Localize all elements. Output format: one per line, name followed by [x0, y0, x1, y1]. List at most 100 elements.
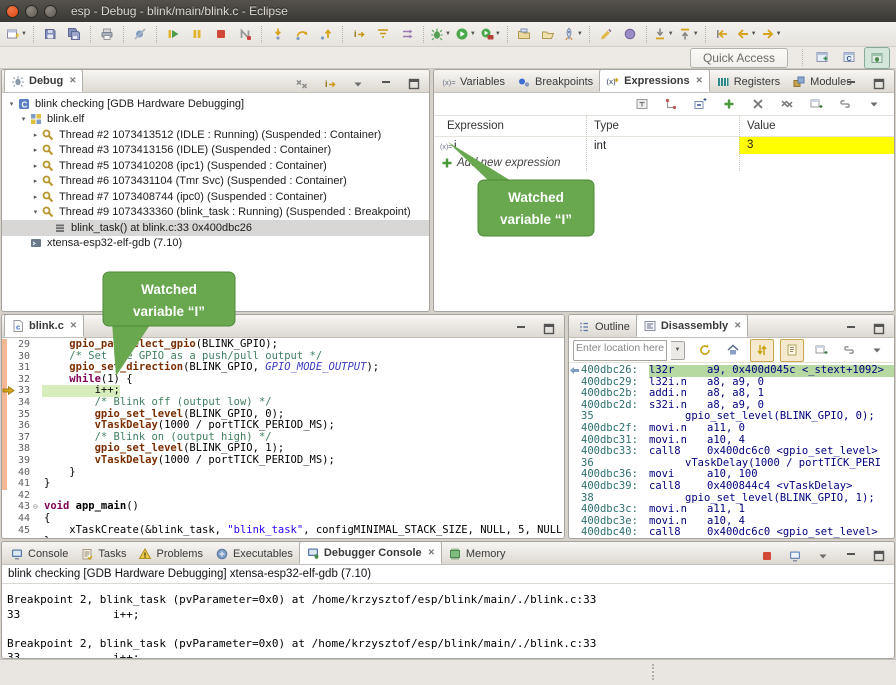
- remove-all-terminated-button[interactable]: [291, 73, 313, 94]
- expanded-arrow-icon[interactable]: ▾: [18, 115, 29, 123]
- tab-variables[interactable]: (x)=Variables: [436, 71, 511, 92]
- prev-annotation-button[interactable]: ▼: [677, 24, 700, 45]
- window-close-button[interactable]: [6, 5, 19, 18]
- refresh-button[interactable]: [694, 340, 716, 361]
- minimize-button[interactable]: [510, 318, 532, 339]
- tab-expressions[interactable]: (x)Expressions✕: [599, 69, 710, 92]
- debug-tree-item[interactable]: ▾Thread #9 1073433360 (blink_task : Runn…: [2, 205, 429, 221]
- debug-tree-item[interactable]: ▾blink.elf: [2, 112, 429, 128]
- step-into-button[interactable]: [267, 24, 289, 45]
- dropdown-arrow-icon[interactable]: ▼: [445, 31, 451, 37]
- collapsed-arrow-icon[interactable]: ▸: [30, 162, 41, 170]
- debug-button[interactable]: ▼: [429, 24, 452, 45]
- collapsed-arrow-icon[interactable]: ▸: [30, 131, 41, 139]
- close-icon[interactable]: ✕: [428, 547, 435, 558]
- maximize-button[interactable]: [868, 73, 890, 94]
- tab-problems[interactable]: Problems: [132, 543, 208, 564]
- expression-row[interactable]: (x)=iint3: [434, 137, 894, 154]
- debug-tree-item[interactable]: ▾Cblink checking [GDB Hardware Debugging…: [2, 96, 429, 112]
- code-line[interactable]: }: [2, 536, 564, 539]
- open-perspective-button[interactable]: [810, 47, 834, 67]
- tab-memory[interactable]: Memory: [442, 543, 512, 564]
- open-element-button[interactable]: [619, 24, 641, 45]
- code-editor[interactable]: 29 gpio_pad_select_gpio(BLINK_GPIO);30 /…: [2, 338, 564, 539]
- resume-button[interactable]: [162, 24, 184, 45]
- suspend-button[interactable]: [186, 24, 208, 45]
- close-icon[interactable]: ✕: [734, 320, 741, 331]
- save-all-button[interactable]: [63, 24, 85, 45]
- tab-outline[interactable]: Outline: [571, 316, 636, 337]
- debug-tree-item[interactable]: ▸Thread #2 1073413512 (IDLE : Running) (…: [2, 127, 429, 143]
- maximize-button[interactable]: [403, 73, 425, 94]
- close-icon[interactable]: ✕: [69, 75, 76, 86]
- step-return-button[interactable]: [315, 24, 337, 45]
- show-logical-structures-button[interactable]: [660, 94, 682, 115]
- last-edit-button[interactable]: [711, 24, 733, 45]
- tab-disassembly[interactable]: Disassembly✕: [636, 314, 748, 337]
- code-line[interactable]: 39 vTaskDelay(1000 / portTICK_PERIOD_MS)…: [2, 455, 564, 467]
- show-source-button[interactable]: [780, 339, 804, 362]
- remove-expression-button[interactable]: [747, 94, 769, 115]
- back-button[interactable]: ▼: [735, 24, 758, 45]
- debug-tree-item[interactable]: blink_task() at blink.c:33 0x400dbc26: [2, 220, 429, 236]
- code-line[interactable]: 41}: [2, 478, 564, 490]
- debug-tree-item[interactable]: xtensa-esp32-elf-gdb (7.10): [2, 236, 429, 252]
- external-tools-button[interactable]: ▼: [479, 24, 502, 45]
- new-wizard-button[interactable]: ▼: [5, 24, 28, 45]
- code-line[interactable]: 45 xTaskCreate(&blink_task, "blink_task"…: [2, 525, 564, 537]
- remove-all-expressions-button[interactable]: [776, 94, 798, 115]
- open-project-button[interactable]: [537, 24, 559, 45]
- code-line[interactable]: 43⊖void app_main(): [2, 501, 564, 513]
- location-input[interactable]: Enter location here: [573, 340, 667, 361]
- dropdown-arrow-icon[interactable]: ▼: [577, 31, 583, 37]
- debug-tree-item[interactable]: ▸Thread #6 1073431104 (Tmr Svc) (Suspend…: [2, 174, 429, 190]
- expanded-arrow-icon[interactable]: ▾: [6, 100, 17, 108]
- code-line[interactable]: 40 }: [2, 467, 564, 479]
- instruction-stepping-button[interactable]: i: [348, 24, 370, 45]
- minimize-button[interactable]: [840, 73, 862, 94]
- dropdown-arrow-icon[interactable]: ▼: [470, 31, 476, 37]
- debug-perspective-button[interactable]: [864, 47, 890, 69]
- collapsed-arrow-icon[interactable]: ▸: [30, 193, 41, 201]
- expanded-arrow-icon[interactable]: ▾: [30, 208, 41, 216]
- debug-tree-item[interactable]: ▸Thread #3 1073413156 (IDLE) (Suspended …: [2, 143, 429, 159]
- tab-debugger-console[interactable]: Debugger Console✕: [299, 541, 442, 564]
- column-value[interactable]: Value: [739, 120, 894, 132]
- debug-tree-item[interactable]: ▸Thread #5 1073410208 (ipc1) (Suspended …: [2, 158, 429, 174]
- tab-breakpoints[interactable]: Breakpoints: [511, 71, 599, 92]
- dropdown-arrow-icon[interactable]: ▼: [21, 31, 27, 37]
- window-maximize-button[interactable]: [44, 5, 57, 18]
- step-over-button[interactable]: [291, 24, 313, 45]
- new-project-button[interactable]: [513, 24, 535, 45]
- tab-blink-c[interactable]: cblink.c✕: [4, 314, 84, 337]
- disassembly-line[interactable]: 400dbc39:call80x400844c4 <vTaskDelay>: [569, 481, 894, 493]
- view-menu-button[interactable]: [347, 73, 369, 94]
- instruction-stepping-button[interactable]: i: [319, 73, 341, 94]
- run-button[interactable]: ▼: [454, 24, 477, 45]
- minimize-button[interactable]: [840, 318, 862, 339]
- close-icon[interactable]: ✕: [696, 75, 703, 86]
- disconnect-button[interactable]: [234, 24, 256, 45]
- column-type[interactable]: Type: [586, 120, 739, 132]
- disassembly-listing[interactable]: 400dbc26:l32ra9, 0x400d045c <_stext+1092…: [569, 363, 894, 539]
- cpp-perspective-button[interactable]: C: [837, 47, 861, 67]
- view-menu-button[interactable]: [812, 545, 834, 566]
- fold-collapse-icon[interactable]: ⊖: [33, 501, 42, 513]
- disassembly-line[interactable]: 400dbc33:call80x400dc6c0 <gpio_set_level…: [569, 446, 894, 458]
- collapse-all-button[interactable]: [689, 94, 711, 115]
- minimize-button[interactable]: [375, 73, 397, 94]
- new-view-button[interactable]: [810, 340, 832, 361]
- next-annotation-button[interactable]: ▼: [652, 24, 675, 45]
- trace-button[interactable]: [396, 24, 418, 45]
- location-dropdown-icon[interactable]: ▼: [671, 341, 685, 360]
- add-expression-button[interactable]: [718, 94, 740, 115]
- launch-button[interactable]: ▼: [561, 24, 584, 45]
- close-icon[interactable]: ✕: [70, 320, 77, 331]
- tab-executables[interactable]: Executables: [209, 543, 299, 564]
- maximize-button[interactable]: [868, 318, 890, 339]
- minimize-button[interactable]: [840, 545, 862, 566]
- debug-tree-item[interactable]: ▸Thread #7 1073408744 (ipc0) (Suspended …: [2, 189, 429, 205]
- tab-console[interactable]: Console: [4, 543, 74, 564]
- tab-tasks[interactable]: Tasks: [74, 543, 132, 564]
- sync-active-frame-button[interactable]: [750, 339, 774, 362]
